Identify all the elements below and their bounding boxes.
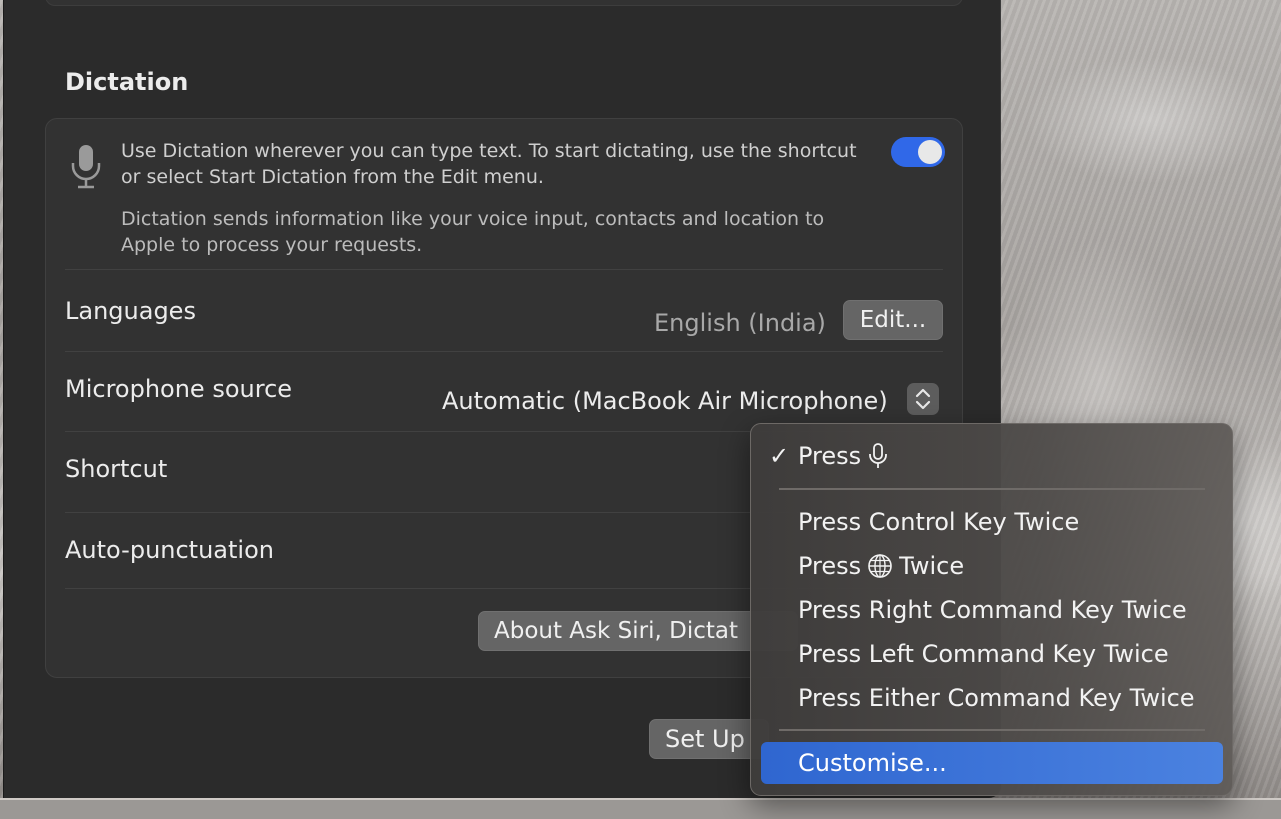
shortcut-label: Shortcut: [65, 455, 168, 483]
microphone-source-label: Microphone source: [65, 375, 293, 403]
window-bottom-edge: [0, 798, 1281, 819]
dictation-toggle[interactable]: [891, 137, 945, 167]
toggle-knob: [918, 140, 942, 164]
menu-item-either-command-twice[interactable]: Press Either Command Key Twice: [761, 677, 1223, 719]
menu-item-press-mic[interactable]: ✓ Press: [761, 435, 1223, 477]
menu-item-right-command-twice[interactable]: Press Right Command Key Twice: [761, 589, 1223, 631]
menu-item-customise[interactable]: Customise...: [761, 742, 1223, 784]
section-title: Dictation: [65, 68, 189, 96]
menu-separator: [779, 729, 1205, 731]
menu-separator: [779, 488, 1205, 490]
edit-languages-button[interactable]: Edit...: [843, 300, 943, 340]
chevron-up-down-icon: [915, 388, 931, 410]
microphone-icon: [869, 443, 888, 468]
globe-icon: [868, 554, 892, 578]
divider: [65, 269, 943, 270]
previous-group-bottom: [45, 0, 963, 6]
menu-item-label: Press: [798, 442, 862, 470]
auto-punctuation-label: Auto-punctuation: [65, 536, 274, 564]
languages-value: English (India): [654, 309, 826, 337]
languages-label: Languages: [65, 297, 196, 325]
menu-item-label: Press: [798, 552, 862, 580]
checkmark-icon: ✓: [769, 442, 790, 470]
menu-item-control-twice[interactable]: Press Control Key Twice: [761, 501, 1223, 543]
menu-item-left-command-twice[interactable]: Press Left Command Key Twice: [761, 633, 1223, 675]
menu-item-globe-twice[interactable]: Press Twice: [761, 545, 1223, 587]
microphone-source-value[interactable]: Automatic (MacBook Air Microphone): [442, 387, 888, 415]
shortcut-menu: ✓ Press Press Control Key Twice Press Tw…: [750, 423, 1233, 796]
dictation-description: Use Dictation wherever you can type text…: [121, 140, 857, 188]
dictation-privacy-note: Dictation sends information like your vo…: [121, 208, 825, 256]
microphone-source-popup-button[interactable]: [907, 383, 939, 415]
microphone-icon: [71, 145, 101, 189]
menu-item-label: Twice: [899, 552, 965, 580]
divider: [65, 351, 943, 352]
